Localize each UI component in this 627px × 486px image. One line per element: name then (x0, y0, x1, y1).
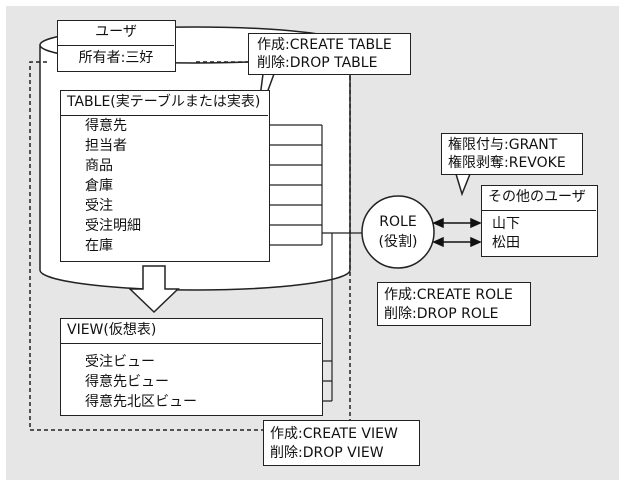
view-item: 受注ビュー (85, 354, 155, 370)
diagram: ユーザ 所有者:三好 作成:CREATE TABLE 削除:DROP TABLE… (0, 0, 627, 486)
table-item: 倉庫 (85, 178, 113, 194)
grant-label: 権限付与:GRANT (448, 137, 558, 153)
table-item: 商品 (85, 158, 113, 174)
create-table-label: 作成:CREATE TABLE (257, 37, 392, 53)
create-role-label: 作成:CREATE ROLE (384, 287, 513, 303)
user-box: ユーザ 所有者:三好 (57, 20, 176, 72)
table-item: 得意先 (85, 118, 127, 134)
table-item: 受注明細 (85, 218, 141, 234)
drop-role-label: 削除:DROP ROLE (384, 306, 499, 322)
grant-callout: 権限付与:GRANT 権限剥奪:REVOKE (441, 133, 583, 175)
table-box-title: TABLE(実テーブルまたは実表) (67, 94, 261, 110)
view-box: VIEW(仮想表) 受注ビュー 得意先ビュー 得意先北区ビュー (60, 318, 323, 416)
view-item: 得意先北区ビュー (85, 394, 197, 410)
table-box: TABLE(実テーブルまたは実表) 得意先 担当者 商品 倉庫 受注 受注明細 … (60, 90, 270, 262)
role-callout: 作成:CREATE ROLE 削除:DROP ROLE (377, 282, 531, 326)
table-item: 担当者 (85, 138, 127, 154)
role-sublabel: (役割) (378, 234, 418, 250)
role-circle (361, 195, 435, 269)
user-name: 山下 (492, 216, 520, 232)
other-users-title: その他のユーザ (488, 189, 586, 205)
callout-pointer (454, 173, 472, 197)
user-box-title: ユーザ (95, 24, 137, 40)
view-item: 得意先ビュー (85, 374, 169, 390)
table-callout: 作成:CREATE TABLE 削除:DROP TABLE (248, 33, 411, 75)
divider (58, 45, 174, 46)
create-view-label: 作成:CREATE VIEW (270, 426, 398, 442)
table-item: 在庫 (85, 238, 113, 254)
drop-table-label: 削除:DROP TABLE (257, 55, 378, 71)
divider (482, 210, 596, 211)
drop-view-label: 削除:DROP VIEW (270, 445, 384, 461)
user-name: 松田 (492, 235, 520, 251)
divider (61, 343, 321, 344)
role-arrows (432, 217, 482, 248)
view-box-title: VIEW(仮想表) (67, 322, 157, 338)
divider (61, 115, 268, 116)
other-users-box: その他のユーザ 山下 松田 (481, 185, 598, 257)
owner-label: 所有者:三好 (78, 50, 154, 66)
role-label: ROLE (379, 214, 417, 230)
revoke-label: 権限剥奪:REVOKE (448, 155, 566, 171)
table-item: 受注 (85, 198, 113, 214)
view-callout: 作成:CREATE VIEW 削除:DROP VIEW (263, 420, 420, 466)
